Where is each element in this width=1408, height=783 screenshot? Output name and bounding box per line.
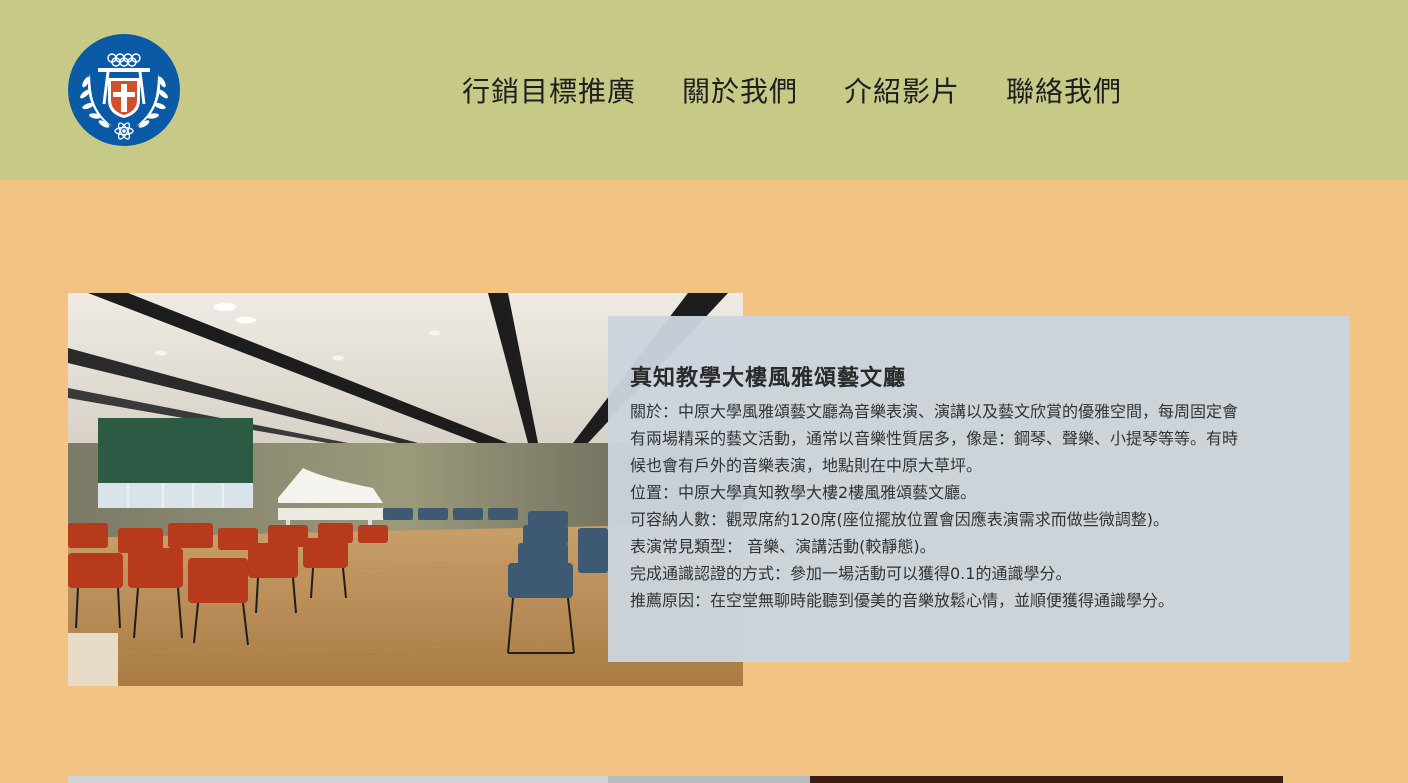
next-section-image-strip	[68, 776, 608, 783]
site-header: 行銷目標推廣 關於我們 介紹影片 聯絡我們	[0, 0, 1408, 180]
venue-title: 真知教學大樓風雅頌藝文廳	[630, 366, 907, 391]
venue-capacity: 可容納人數：觀眾席約120席(座位擺放位置會因應表演需求而做些微調整)。	[630, 510, 1170, 529]
venue-about-line-1: 關於：中原大學風雅頌藝文廳為音樂表演、演講以及藝文欣賞的優雅空間，每周固定會	[630, 402, 1239, 421]
university-logo[interactable]	[68, 34, 180, 146]
nav-link-about[interactable]: 關於我們	[682, 73, 798, 111]
venue-about-line-3: 候也會有戶外的音樂表演，地點則在中原大草坪。	[630, 456, 983, 475]
next-section-card-strip	[608, 776, 810, 783]
nav-link-contact[interactable]: 聯絡我們	[1006, 73, 1122, 111]
venue-about-line-2: 有兩場精采的藝文活動，通常以音樂性質居多，像是：鋼琴、聲樂、小提琴等等。有時	[630, 429, 1239, 448]
nav-link-marketing[interactable]: 行銷目標推廣	[462, 73, 636, 111]
venue-recommendation: 推薦原因：在空堂無聊時能聽到優美的音樂放鬆心情，並順便獲得通識學分。	[630, 591, 1175, 610]
nav-link-video[interactable]: 介紹影片	[844, 73, 960, 111]
next-section-photo-strip	[810, 776, 1283, 783]
venue-certification: 完成通識認證的方式：參加一場活動可以獲得0.1的通識學分。	[630, 564, 1072, 583]
venue-event-types: 表演常見類型： 音樂、演講活動(較靜態)。	[630, 537, 936, 556]
venue-location: 位置：中原大學真知教學大樓2樓風雅頌藝文廳。	[630, 483, 977, 502]
venue-info-card: 真知教學大樓風雅頌藝文廳 關於：中原大學風雅頌藝文廳為音樂表演、演講以及藝文欣賞…	[608, 316, 1350, 662]
page: 行銷目標推廣 關於我們 介紹影片 聯絡我們 真知教學大樓風雅頌藝文廳 關於：中原…	[0, 0, 1408, 783]
main-nav: 行銷目標推廣 關於我們 介紹影片 聯絡我們	[462, 72, 1122, 112]
